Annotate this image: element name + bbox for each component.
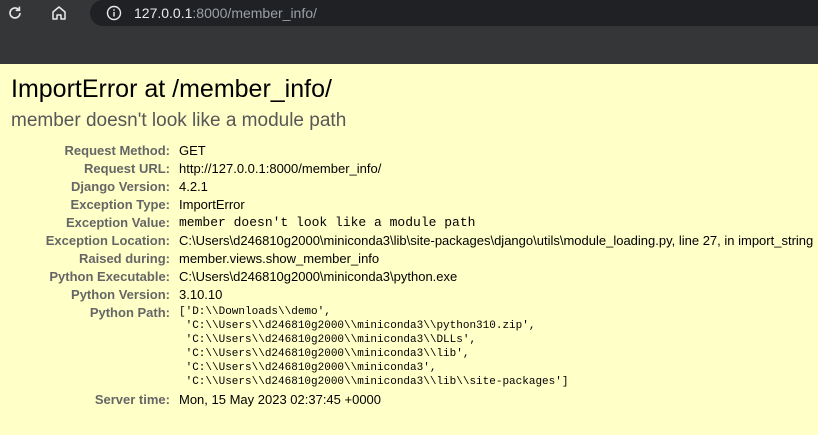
meta-label: Server time: xyxy=(94,392,170,407)
meta-row-raised-during: Raised during: member.views.show_member_… xyxy=(15,250,813,268)
url-text[interactable]: 127.0.0.1:8000/member_info/ xyxy=(134,5,317,21)
home-icon[interactable] xyxy=(47,2,71,24)
meta-value: ['D:\\Downloads\\demo', 'C:\\Users\\d246… xyxy=(179,304,813,391)
meta-row-request-url: Request URL: http://127.0.0.1:8000/membe… xyxy=(15,160,813,178)
info-icon[interactable] xyxy=(106,5,122,21)
browser-chrome: 127.0.0.1:8000/member_info/ xyxy=(0,0,818,64)
url-host: 127.0.0.1 xyxy=(134,5,193,21)
meta-label: Raised during: xyxy=(78,251,170,266)
meta-row-django-version: Django Version: 4.2.1 xyxy=(15,178,813,196)
error-message: member doesn't look like a module path xyxy=(11,110,347,131)
meta-value: Mon, 15 May 2023 02:37:45 +0000 xyxy=(179,392,382,407)
meta-value: member doesn't look like a module path xyxy=(179,215,476,230)
meta-value: 4.2.1 xyxy=(179,179,208,194)
meta-label: Request URL: xyxy=(84,161,170,176)
meta-row-python-executable: Python Executable: C:\Users\d246810g2000… xyxy=(15,268,813,286)
reload-icon[interactable] xyxy=(3,2,27,24)
meta-label: Python Version: xyxy=(71,287,170,302)
meta-value: 3.10.10 xyxy=(179,287,223,302)
meta-row-python-version: Python Version: 3.10.10 xyxy=(15,286,813,304)
browser-bookmarks-strip xyxy=(0,26,818,64)
address-bar[interactable]: 127.0.0.1:8000/member_info/ xyxy=(90,0,818,26)
meta-label: Python Executable: xyxy=(49,269,170,284)
meta-value: GET xyxy=(179,143,206,158)
meta-label: Exception Value: xyxy=(65,215,170,230)
browser-toolbar: 127.0.0.1:8000/member_info/ xyxy=(0,0,818,26)
meta-row-request-method: Request Method: GET xyxy=(15,142,813,160)
request-meta-table: Request Method: GET Request URL: http://… xyxy=(15,142,814,409)
meta-label: Request Method: xyxy=(64,143,170,158)
meta-row-exception-value: Exception Value: member doesn't look lik… xyxy=(15,214,813,232)
meta-value: C:\Users\d246810g2000\miniconda3\lib\sit… xyxy=(179,233,814,248)
meta-value: member.views.show_member_info xyxy=(179,251,380,266)
meta-value: C:\Users\d246810g2000\miniconda3\python.… xyxy=(179,269,458,284)
meta-value: ImportError xyxy=(179,197,245,212)
error-summary: ImportError at /member_info/ member does… xyxy=(0,64,818,409)
url-path: :8000/member_info/ xyxy=(192,5,317,21)
python-path-list: ['D:\\Downloads\\demo', 'C:\\Users\\d246… xyxy=(179,306,569,388)
error-title: ImportError at /member_info/ xyxy=(11,75,332,103)
meta-label: Python Path: xyxy=(89,305,170,320)
meta-label: Django Version: xyxy=(71,179,170,194)
meta-label: Exception Location: xyxy=(45,233,170,248)
meta-value: http://127.0.0.1:8000/member_info/ xyxy=(179,161,382,176)
meta-row-server-time: Server time: Mon, 15 May 2023 02:37:45 +… xyxy=(15,391,813,409)
meta-row-exception-type: Exception Type: ImportError xyxy=(15,196,813,214)
meta-label: Exception Type: xyxy=(70,197,170,212)
meta-row-exception-location: Exception Location: C:\Users\d246810g200… xyxy=(15,232,814,250)
meta-row-python-path: Python Path: ['D:\\Downloads\\demo', 'C:… xyxy=(15,304,813,391)
